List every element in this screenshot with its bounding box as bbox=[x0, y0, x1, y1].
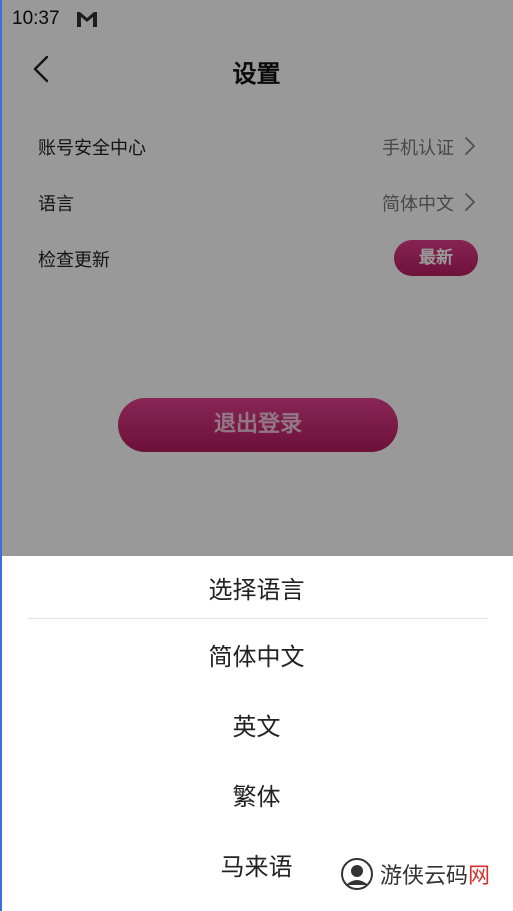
language-option-traditional-chinese[interactable]: 繁体 bbox=[0, 772, 513, 822]
sheet-divider bbox=[28, 618, 487, 619]
watermark-logo-icon bbox=[341, 858, 373, 890]
language-option-english[interactable]: 英文 bbox=[0, 702, 513, 752]
watermark-text: 游侠云码网 bbox=[380, 858, 490, 890]
screen: 10:37 设置 账号安全中心 手机认证 语言 简体中文 检查更新 最新 退出登… bbox=[0, 0, 513, 911]
language-option-simplified-chinese[interactable]: 简体中文 bbox=[0, 632, 513, 682]
watermark: 游侠云码网 bbox=[340, 852, 500, 896]
dim-overlay[interactable] bbox=[0, 0, 513, 556]
left-edge-line bbox=[0, 0, 2, 911]
sheet-title: 选择语言 bbox=[208, 576, 305, 604]
watermark-text-main: 游侠云码 bbox=[380, 864, 469, 889]
watermark-text-highlight: 网 bbox=[468, 864, 491, 889]
